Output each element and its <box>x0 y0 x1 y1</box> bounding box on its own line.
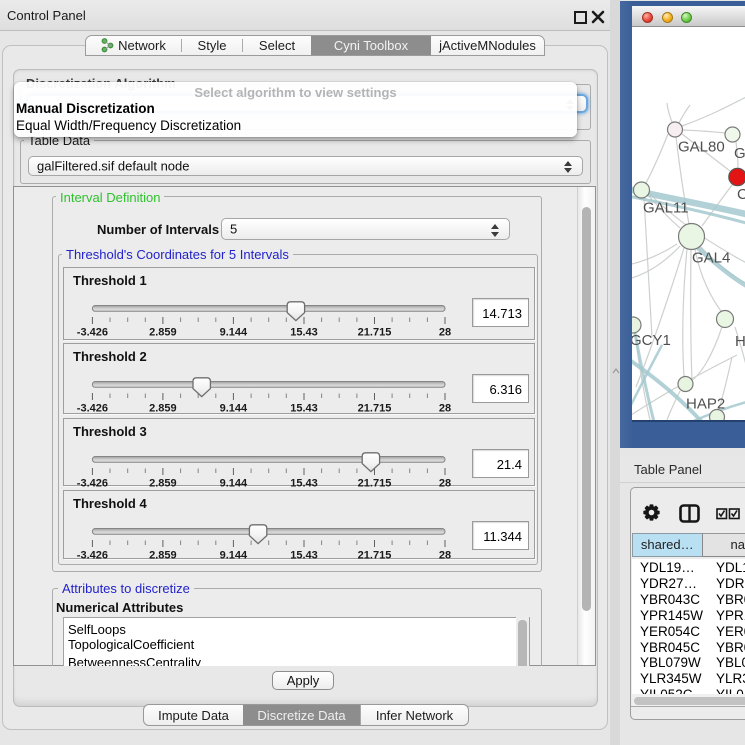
svg-text:15.43: 15.43 <box>290 403 318 415</box>
svg-text:21.715: 21.715 <box>358 478 392 490</box>
svg-text:28: 28 <box>439 478 451 490</box>
svg-text:H: H <box>735 333 745 350</box>
svg-text:9.144: 9.144 <box>220 478 248 490</box>
svg-text:GA: GA <box>734 145 745 162</box>
svg-text:21.715: 21.715 <box>358 403 392 415</box>
svg-text:15.43: 15.43 <box>290 327 318 339</box>
svg-text:2.859: 2.859 <box>149 478 177 490</box>
svg-text:2.859: 2.859 <box>149 327 177 339</box>
svg-text:21.715: 21.715 <box>358 550 392 562</box>
svg-text:GCY1: GCY1 <box>632 332 671 349</box>
svg-text:28: 28 <box>439 550 451 562</box>
svg-text:2.859: 2.859 <box>149 550 177 562</box>
svg-text:9.144: 9.144 <box>220 327 248 339</box>
svg-text:GAL4: GAL4 <box>692 250 730 267</box>
svg-text:-3.426: -3.426 <box>77 478 108 490</box>
svg-text:-3.426: -3.426 <box>77 403 108 415</box>
svg-text:C: C <box>737 186 745 203</box>
svg-text:GAL80: GAL80 <box>678 139 725 156</box>
svg-text:28: 28 <box>439 403 451 415</box>
svg-text:15.43: 15.43 <box>290 550 318 562</box>
svg-text:2.859: 2.859 <box>149 403 177 415</box>
svg-text:-3.426: -3.426 <box>77 327 108 339</box>
svg-text:-3.426: -3.426 <box>77 550 108 562</box>
svg-text:9.144: 9.144 <box>220 550 248 562</box>
svg-text:15.43: 15.43 <box>290 478 318 490</box>
svg-text:GAL11: GAL11 <box>643 200 689 217</box>
svg-text:28: 28 <box>439 327 451 339</box>
svg-text:HAP2: HAP2 <box>686 396 725 413</box>
svg-text:9.144: 9.144 <box>220 403 248 415</box>
svg-text:21.715: 21.715 <box>358 327 392 339</box>
